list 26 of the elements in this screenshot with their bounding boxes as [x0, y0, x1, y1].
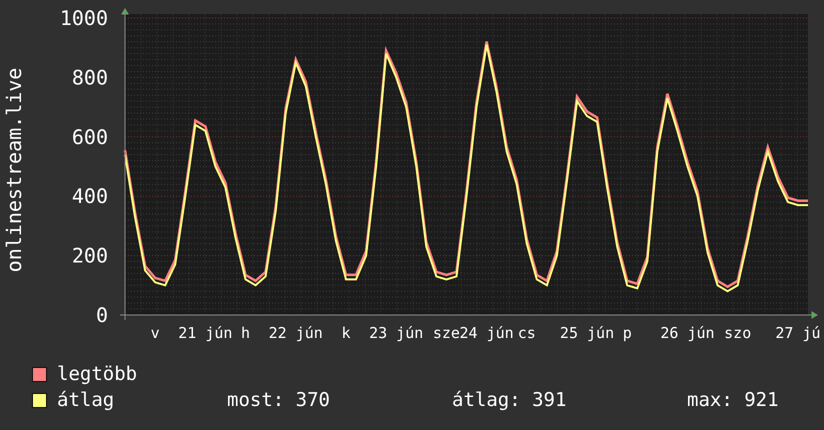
y-tick-label: 1000 [60, 6, 108, 30]
y-tick-label: 200 [72, 244, 108, 268]
x-tick-label: szo [724, 324, 752, 342]
x-tick-label: k [341, 324, 350, 342]
y-tick-label: 600 [72, 124, 108, 149]
x-tick-label: sze [432, 324, 460, 342]
x-tick-label: p [622, 324, 632, 342]
x-tick-label: 23 jún [369, 324, 424, 342]
x-tick-label: 21 jún [178, 324, 232, 342]
x-tick-label: 24 jún [460, 324, 514, 342]
legend-stat: átlag: 391 [452, 388, 568, 412]
legend-stat: most: 370 [227, 388, 331, 412]
y-tick-label: 800 [72, 65, 108, 90]
x-tick-label: 22 jún [268, 324, 323, 342]
x-tick-label: h [241, 324, 250, 342]
legend-label: átlag [57, 388, 116, 412]
axis-title: onlinestream.live [2, 68, 26, 272]
x-tick-label: 25 jún [560, 324, 614, 342]
x-tick-label: 26 jún [660, 324, 715, 342]
x-tick-label: 27 jú [775, 324, 821, 342]
y-tick-label: 400 [72, 184, 108, 208]
legend-stat: max: 921 [687, 388, 779, 412]
x-tick-label: v [150, 324, 160, 342]
x-tick-label: cs [518, 324, 536, 342]
y-tick-label: 0 [96, 303, 108, 327]
legend-label: legtöbb [57, 362, 138, 386]
